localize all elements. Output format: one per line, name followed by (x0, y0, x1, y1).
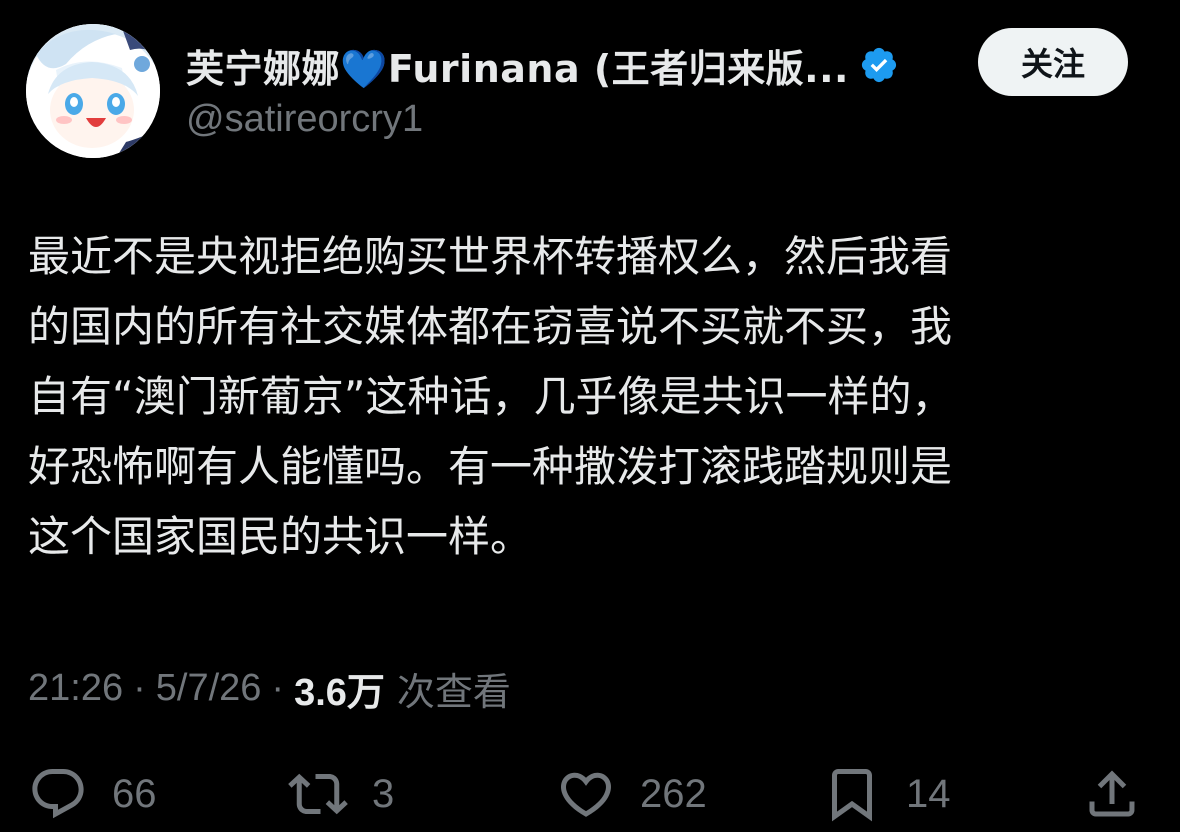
views-label: 次查看 (396, 671, 511, 714)
retweet-button[interactable]: 3 (288, 756, 394, 832)
author-identity: 芙宁娜娜💙Furinana (王者归来版... @satireorcry1 (186, 38, 956, 141)
display-name-row: 芙宁娜娜💙Furinana (王者归来版... (186, 38, 956, 92)
verified-check-icon (859, 45, 899, 85)
tweet-text-line: 这个国家国民的共识一样。 (28, 512, 533, 561)
reply-button[interactable]: 66 (28, 756, 157, 832)
tweet-time[interactable]: 21:26 (28, 667, 123, 710)
tweet-text-line: 好恐怖啊有人能懂吗。有一种撒泼打滚践踏规则是 (28, 442, 953, 491)
tweet-actions: 66 3 262 14 (0, 756, 1180, 832)
tweet-meta: 21:26 · 5/7/26 · 3.6万 次查看 (28, 660, 511, 716)
share-button[interactable] (1082, 756, 1142, 832)
follow-button[interactable]: 关注 (978, 28, 1128, 96)
tweet-header: 芙宁娜娜💙Furinana (王者归来版... @satireorcry1 关注 (26, 24, 1156, 164)
retweet-count: 3 (372, 771, 395, 816)
share-icon (1082, 764, 1142, 824)
avatar[interactable] (26, 24, 160, 158)
tweet-text-line: 的国内的所有社交媒体都在窃喜说不买就不买，我 (28, 302, 953, 351)
heart-icon (556, 764, 616, 824)
bookmark-count: 14 (906, 771, 951, 816)
tweet-text-line: 自有“澳门新葡京”这种话，几乎像是共识一样的， (28, 372, 954, 421)
bookmark-icon (822, 764, 882, 824)
reply-count: 66 (112, 771, 157, 816)
meta-separator: · (271, 666, 285, 709)
display-name[interactable]: 芙宁娜娜💙Furinana (王者归来版... (186, 38, 849, 93)
views-count[interactable]: 3.6万 (294, 661, 385, 716)
like-count: 262 (640, 771, 707, 816)
like-button[interactable]: 262 (556, 756, 707, 832)
tweet-text-line: 最近不是央视拒绝购买世界杯转播权么，然后我看 (28, 232, 953, 281)
avatar-image (26, 24, 160, 158)
author-handle[interactable]: @satireorcry1 (186, 98, 956, 141)
tweet-text: 最近不是央视拒绝购买世界杯转播权么，然后我看 的国内的所有社交媒体都在窃喜说不买… (28, 222, 1158, 572)
tweet-date[interactable]: 5/7/26 (156, 667, 262, 710)
reply-icon (28, 764, 88, 824)
retweet-icon (288, 764, 348, 824)
bookmark-button[interactable]: 14 (822, 756, 951, 832)
meta-separator: · (133, 666, 146, 709)
